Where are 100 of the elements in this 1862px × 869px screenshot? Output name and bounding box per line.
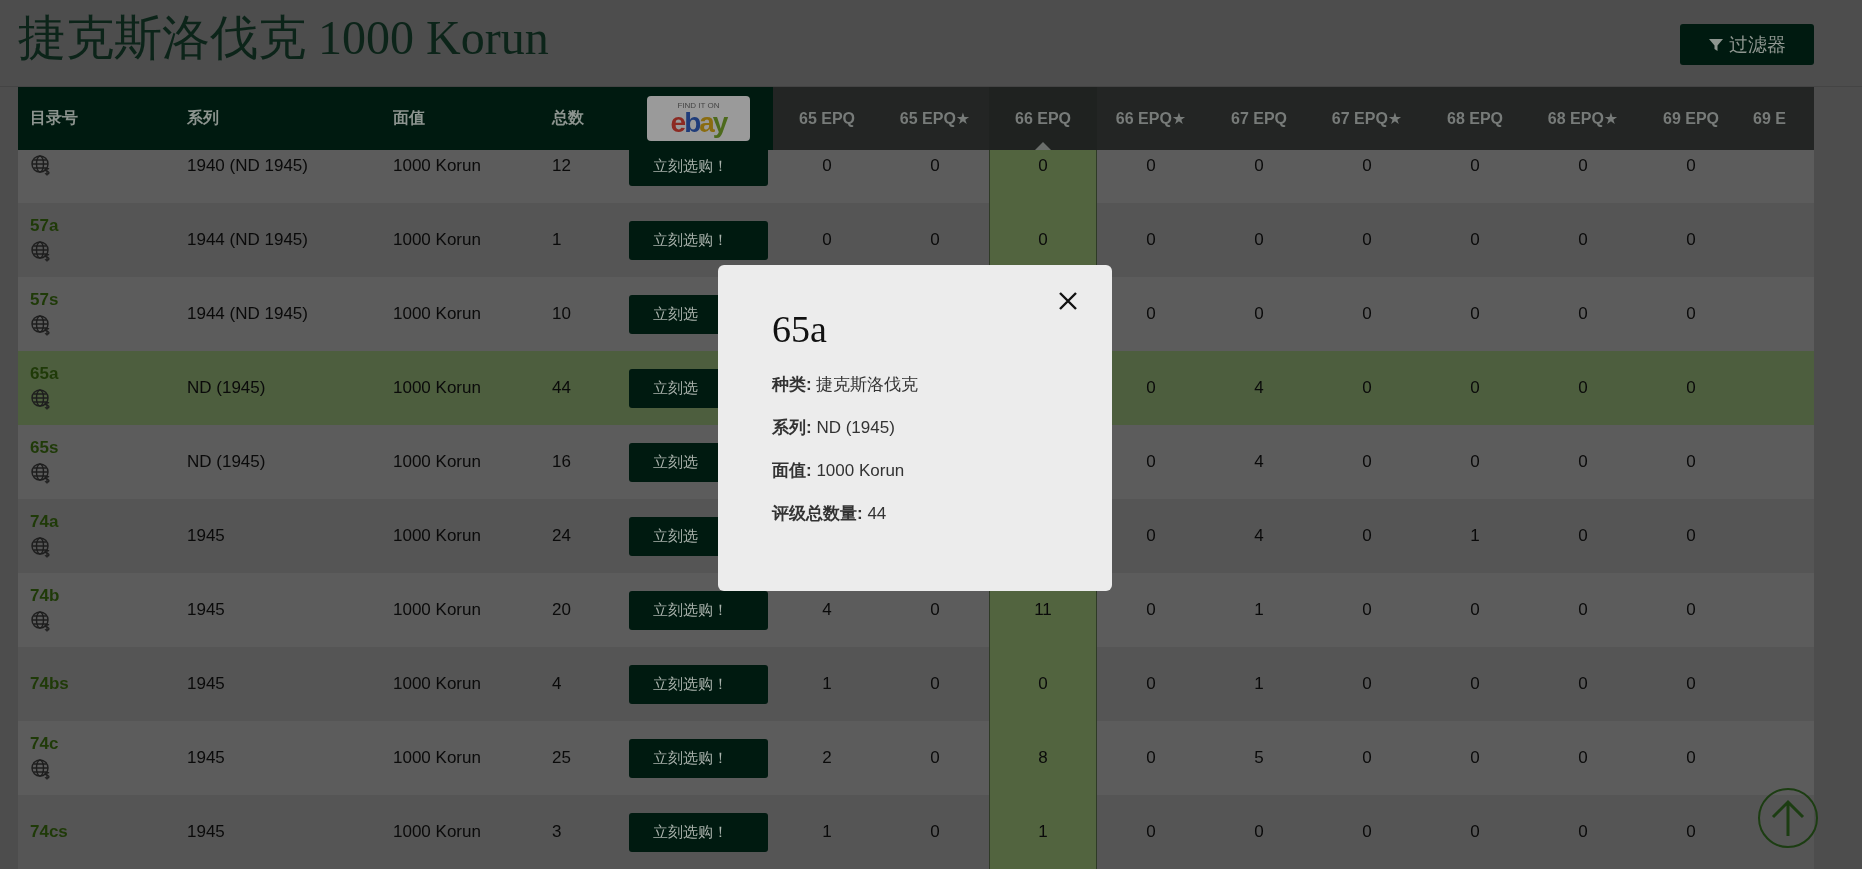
table-cell: 1944 (ND 1945) — [187, 304, 308, 324]
table-cell: 0 — [1146, 748, 1156, 768]
table-cell: 5 — [1254, 748, 1264, 768]
table-cell: 0 — [1146, 600, 1156, 620]
table-cell: 0 — [1578, 452, 1588, 472]
table-cell: 0 — [1470, 748, 1480, 768]
table-cell: 0 — [1470, 822, 1480, 842]
table-cell: 0 — [1362, 526, 1372, 546]
table-cell: ND (1945) — [187, 452, 266, 472]
table-cell: 0 — [822, 156, 832, 176]
table-cell: 1945 — [187, 748, 225, 768]
table-cell: 4 — [822, 600, 832, 620]
table-cell: 0 — [1470, 674, 1480, 694]
table-cell: 0 — [930, 748, 940, 768]
table-cell: 0 — [1470, 378, 1480, 398]
table-cell: 0 — [1578, 526, 1588, 546]
table-cell: 0 — [1470, 600, 1480, 620]
table-cell: 0 — [1038, 674, 1048, 694]
table-cell: 0 — [1146, 378, 1156, 398]
table-cell: 4 — [552, 674, 562, 694]
table-cell: 8 — [1038, 748, 1048, 768]
table-cell: 24 — [552, 526, 571, 546]
table-cell: 0 — [1146, 526, 1156, 546]
table-cell: 1 — [1470, 526, 1480, 546]
table-cell: 0 — [1686, 230, 1696, 250]
table-cell: 1 — [1038, 822, 1048, 842]
table-cell: 2 — [822, 748, 832, 768]
table-cell: 0 — [930, 230, 940, 250]
table-cell: 1000 Korun — [393, 822, 481, 842]
table-cell: 0 — [1362, 230, 1372, 250]
table-cell: 1944 (ND 1945) — [187, 230, 308, 250]
table-cell: 0 — [1254, 304, 1264, 324]
table-cell: 0 — [1686, 452, 1696, 472]
table-cell: 1000 Korun — [393, 156, 481, 176]
table-cell: 0 — [1686, 526, 1696, 546]
table-cell: 0 — [1578, 822, 1588, 842]
table-cell: 0 — [1254, 156, 1264, 176]
table-cell: 1000 Korun — [393, 378, 481, 398]
table-cell: 16 — [552, 452, 571, 472]
table-cell: 25 — [552, 748, 571, 768]
table-cell: 1 — [552, 230, 562, 250]
table-cell: 1945 — [187, 600, 225, 620]
table-cell: 0 — [1362, 674, 1372, 694]
table-cell: 20 — [552, 600, 571, 620]
table-cell: 1000 Korun — [393, 304, 481, 324]
table-cell: 0 — [1254, 822, 1264, 842]
table-cell: 0 — [1470, 452, 1480, 472]
table-cell: 0 — [1146, 452, 1156, 472]
table-cell: 1 — [822, 822, 832, 842]
dialog-title: 65a — [772, 307, 828, 351]
table-cell: 0 — [1578, 748, 1588, 768]
table-cell: 1000 Korun — [393, 674, 481, 694]
table-cell: 0 — [1578, 674, 1588, 694]
table-cell: 1 — [1254, 674, 1264, 694]
table-cell: 0 — [1686, 378, 1696, 398]
table-cell: 0 — [1578, 304, 1588, 324]
table-cell: 1000 Korun — [393, 526, 481, 546]
table-cell: 0 — [1146, 230, 1156, 250]
table-cell: 0 — [1470, 230, 1480, 250]
table-cell: 1000 Korun — [393, 748, 481, 768]
detail-line: 评级总数量: 44 — [772, 503, 888, 525]
table-cell: 0 — [930, 156, 940, 176]
table-cell: 4 — [1254, 452, 1264, 472]
table-cell: 0 — [1470, 304, 1480, 324]
table-cell: 1940 (ND 1945) — [187, 156, 308, 176]
table-cell: 4 — [1254, 378, 1264, 398]
table-cell: 0 — [930, 674, 940, 694]
table-cell: 44 — [552, 378, 571, 398]
table-cell: 0 — [930, 600, 940, 620]
detail-line: 面值: 1000 Korun — [772, 460, 906, 482]
table-cell: 0 — [1686, 156, 1696, 176]
table-cell: 0 — [1686, 748, 1696, 768]
table-cell: 1945 — [187, 674, 225, 694]
table-cell: 0 — [1146, 156, 1156, 176]
table-cell: 0 — [1254, 230, 1264, 250]
table-cell: 0 — [822, 230, 832, 250]
table-cell: 0 — [1362, 378, 1372, 398]
table-cell: 1000 Korun — [393, 452, 481, 472]
table-cell: 0 — [1686, 600, 1696, 620]
table-cell: 0 — [1362, 822, 1372, 842]
table-cell: 1 — [822, 674, 832, 694]
table-cell: 4 — [1254, 526, 1264, 546]
table-cell: 0 — [1038, 230, 1048, 250]
table-cell: 0 — [1578, 156, 1588, 176]
table-cell: 1 — [1254, 600, 1264, 620]
table-cell: 0 — [1146, 674, 1156, 694]
table-cell: 12 — [552, 156, 571, 176]
table-cell: 1945 — [187, 822, 225, 842]
table-cell: 0 — [1362, 304, 1372, 324]
table-cell: 0 — [1578, 378, 1588, 398]
table-cell: ND (1945) — [187, 378, 266, 398]
page-title: 捷克斯洛伐克 1000 Korun — [18, 10, 549, 66]
table-cell: 0 — [1470, 156, 1480, 176]
table-cell: 1000 Korun — [393, 230, 481, 250]
table-cell: 0 — [1578, 230, 1588, 250]
table-cell: 0 — [1146, 822, 1156, 842]
table-cell: 0 — [1686, 304, 1696, 324]
detail-line: 种类: 捷克斯洛伐克 — [772, 374, 920, 396]
table-cell: 11 — [1034, 600, 1052, 620]
table-cell: 0 — [1362, 452, 1372, 472]
